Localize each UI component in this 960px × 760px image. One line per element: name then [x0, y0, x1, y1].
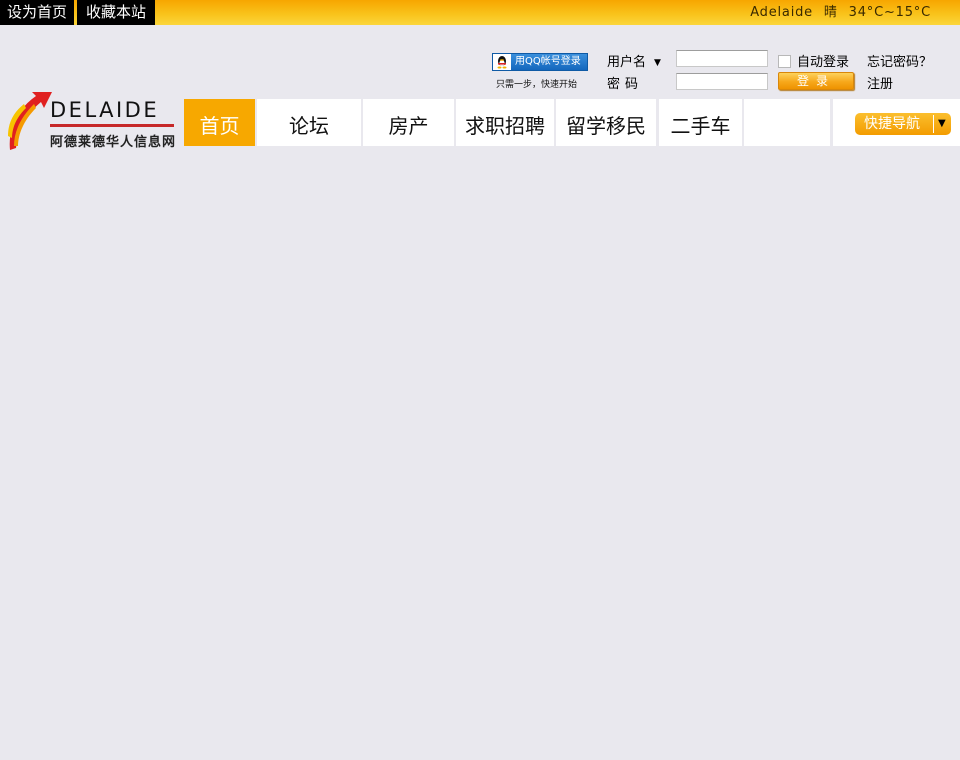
logo-underline: [50, 124, 174, 127]
triangle-down-icon: ▼: [654, 58, 661, 68]
logo-subtitle: 阿德莱德华人信息网: [50, 135, 177, 150]
logo-wordmark: DELAIDE: [50, 98, 160, 122]
quick-nav-button[interactable]: 快捷导航 ▼: [855, 113, 951, 135]
auto-login-label[interactable]: 自动登录: [797, 51, 849, 70]
set-homepage-link[interactable]: 设为首页: [0, 0, 74, 25]
qq-login-hint: 只需一步，快速开始: [496, 80, 578, 90]
forgot-password-link[interactable]: 忘记密码？: [867, 51, 932, 70]
username-label: 用户名: [607, 55, 647, 70]
quick-nav-divider: [933, 115, 934, 133]
qq-login-label: 用QQ帐号登录: [515, 56, 581, 67]
nav-item-used-cars[interactable]: 二手车: [659, 99, 742, 146]
username-input[interactable]: [676, 50, 768, 67]
qq-login-button[interactable]: 用QQ帐号登录: [492, 53, 588, 71]
site-logo[interactable]: DELAIDE 阿德莱德华人信息网: [6, 90, 178, 152]
nav-item-jobs[interactable]: 求职招聘: [456, 99, 554, 146]
bookmark-site-link[interactable]: 收藏本站: [77, 0, 155, 25]
weather-info: Adelaide 晴 34°C~15°C: [744, 0, 931, 25]
main-nav: 首页 论坛 房产 求职招聘 留学移民 二手车: [184, 99, 960, 146]
logo-swoosh-icon: [8, 92, 52, 150]
weather-city: Adelaide: [750, 5, 813, 20]
quick-nav-label: 快捷导航: [864, 116, 920, 132]
top-bar: 设为首页 收藏本站 Adelaide 晴 34°C~15°C: [0, 0, 960, 25]
nav-item-forum[interactable]: 论坛: [257, 99, 361, 146]
nav-item-study-immigration[interactable]: 留学移民: [556, 99, 656, 146]
login-button[interactable]: 登录: [778, 72, 854, 90]
nav-item-real-estate[interactable]: 房产: [363, 99, 454, 146]
triangle-down-icon: ▼: [938, 118, 946, 129]
qq-penguin-icon: [493, 54, 511, 70]
register-link[interactable]: 注册: [867, 73, 893, 92]
weather-condition: 晴: [823, 5, 838, 20]
username-type-dropdown[interactable]: 用户名 ▼: [607, 51, 661, 70]
nav-item-home[interactable]: 首页: [184, 99, 255, 146]
nav-item-blank-1[interactable]: [744, 99, 830, 146]
weather-temperature: 34°C~15°C: [848, 5, 931, 20]
password-label: 密码: [607, 77, 644, 92]
auto-login-checkbox[interactable]: [778, 55, 791, 68]
password-input[interactable]: [676, 73, 768, 90]
